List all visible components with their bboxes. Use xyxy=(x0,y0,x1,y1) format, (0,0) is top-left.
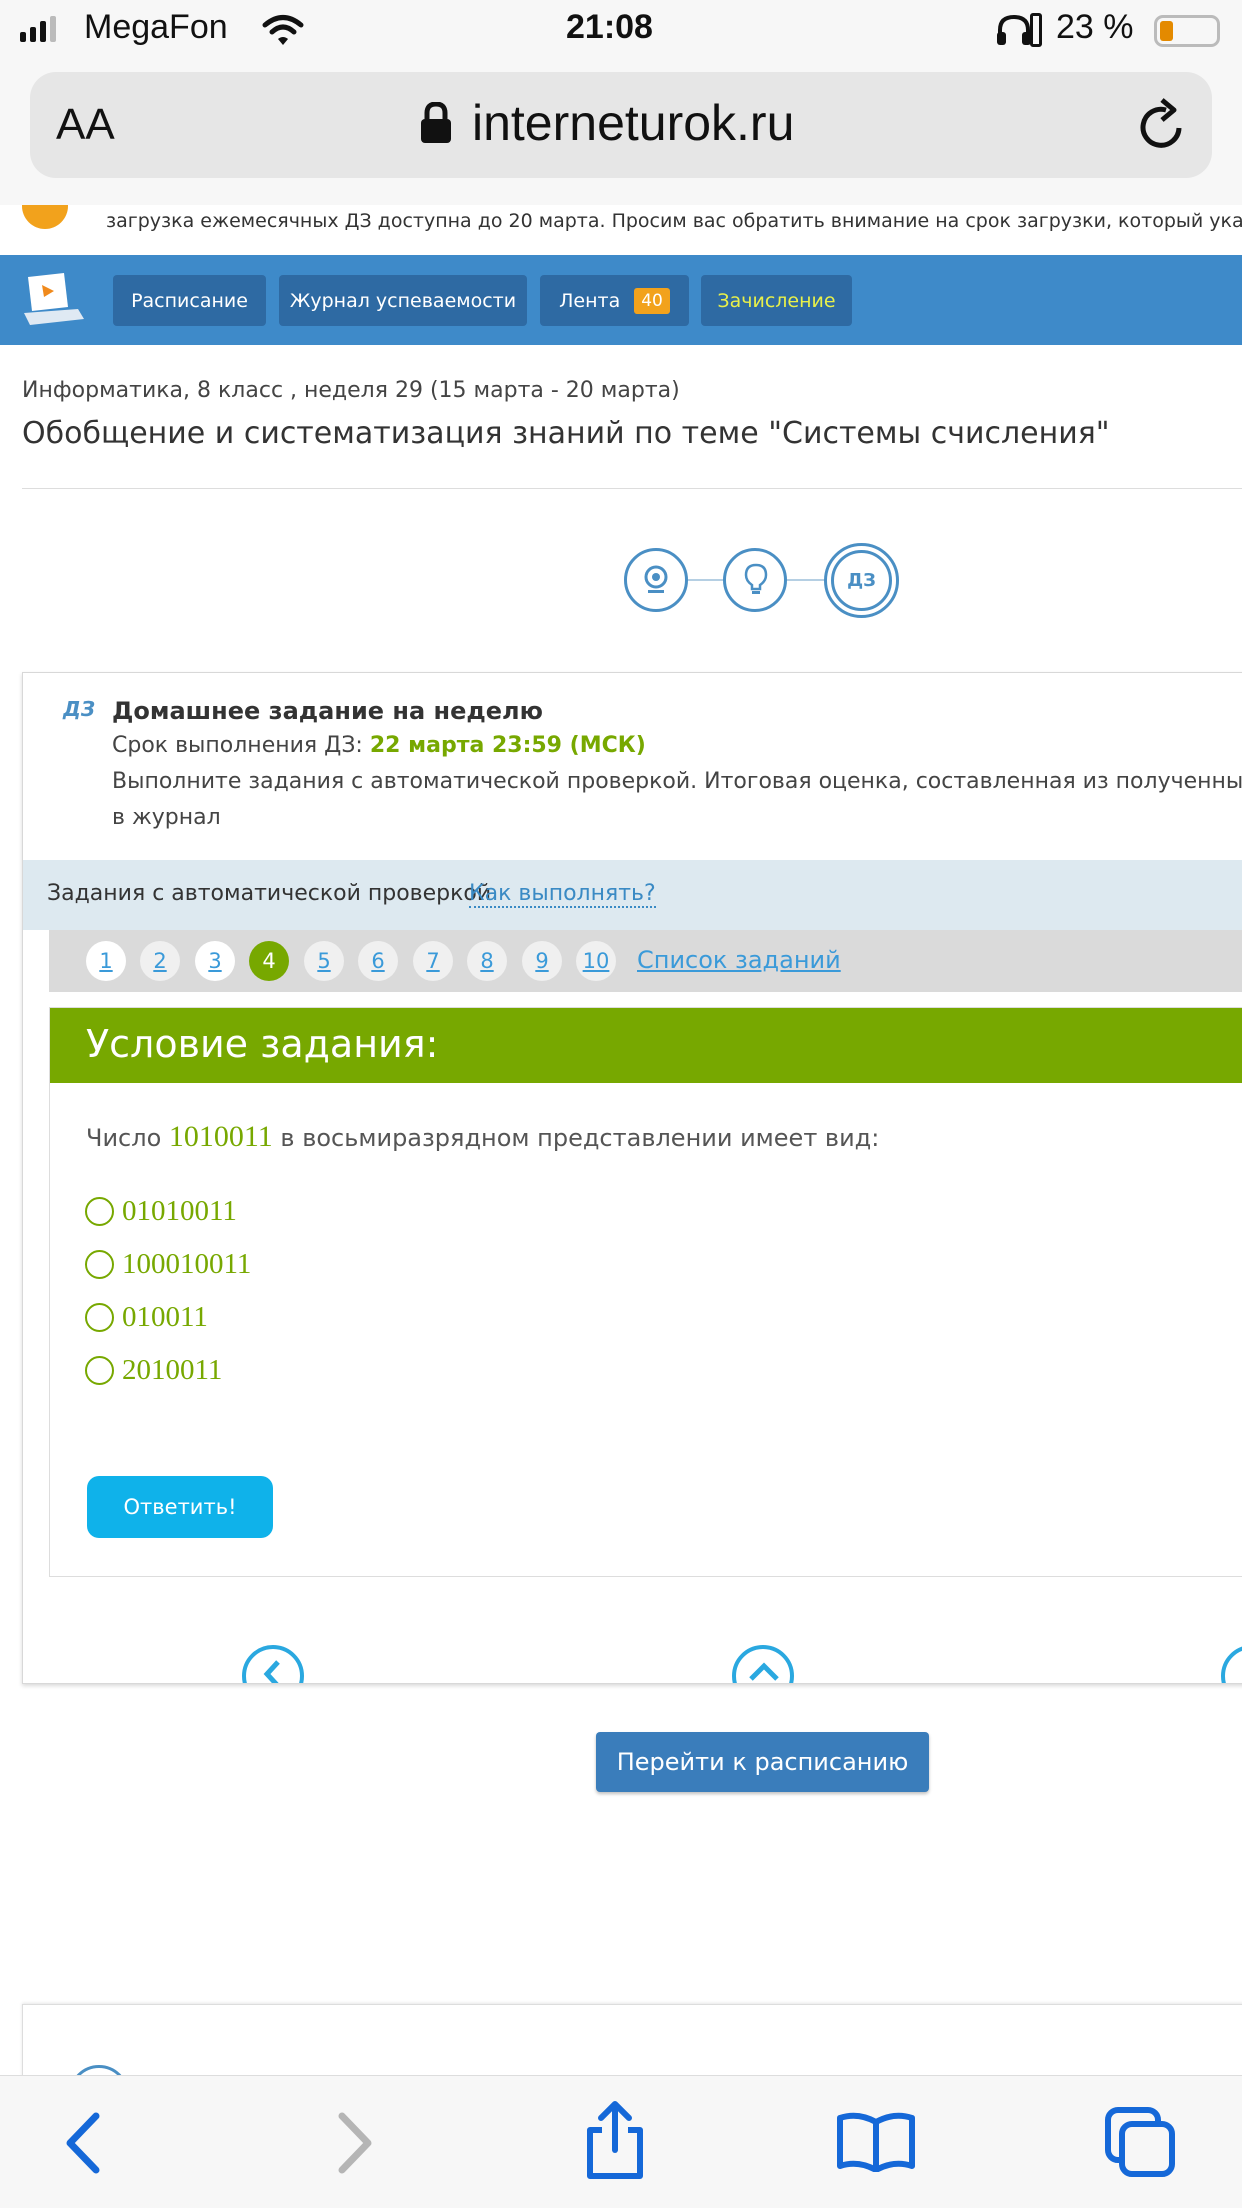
lesson-meta: Информатика, 8 класс , неделя 29 (15 мар… xyxy=(22,378,680,403)
battery-small-icon xyxy=(1030,13,1042,47)
browser-bottom-toolbar xyxy=(0,2075,1242,2208)
answer-option-2[interactable]: 100010011 xyxy=(85,1244,251,1284)
battery-icon xyxy=(1154,15,1220,47)
go-to-schedule-button[interactable]: Перейти к расписанию xyxy=(596,1732,929,1792)
answer-option-label: 010011 xyxy=(122,1300,208,1333)
next-task-button[interactable] xyxy=(1221,1645,1242,1683)
nav-enrollment-button[interactable]: Зачисление xyxy=(701,275,852,326)
url-text[interactable]: interneturok.ru xyxy=(472,94,794,152)
headphones-icon xyxy=(997,14,1031,45)
page-3[interactable]: 3 xyxy=(195,941,235,981)
logo-laptop-icon[interactable] xyxy=(22,273,84,327)
main-navigation: Расписание Журнал успеваемости Лента 40 … xyxy=(0,255,1242,345)
task-question: Число 1010011 в восьмиразрядном представ… xyxy=(86,1120,879,1154)
feed-count-badge: 40 xyxy=(634,287,670,314)
page-2[interactable]: 2 xyxy=(140,941,180,981)
answer-option-label: 01010011 xyxy=(122,1194,237,1227)
homework-description-cont: в журнал xyxy=(112,805,221,830)
page-4-active[interactable]: 4 xyxy=(249,941,289,981)
step-connector xyxy=(686,579,726,581)
warning-icon xyxy=(22,205,68,229)
page-9[interactable]: 9 xyxy=(522,941,562,981)
lock-icon xyxy=(421,102,451,143)
radio-button[interactable] xyxy=(85,1249,114,1279)
step-summary[interactable] xyxy=(723,548,787,612)
radio-button[interactable] xyxy=(85,1196,114,1226)
nav-journal-button[interactable]: Журнал успеваемости xyxy=(279,275,527,326)
page-10[interactable]: 10 xyxy=(576,941,616,981)
task-pagination: 1 2 3 4 5 6 7 8 9 10 Список заданий xyxy=(49,930,1242,992)
page-8[interactable]: 8 xyxy=(467,941,507,981)
forward-icon[interactable] xyxy=(336,2112,376,2174)
answer-option-4[interactable]: 2010011 xyxy=(85,1350,222,1390)
answer-option-1[interactable]: 01010011 xyxy=(85,1191,237,1231)
step-connector xyxy=(786,579,826,581)
address-bar[interactable]: AA interneturok.ru xyxy=(30,72,1212,178)
page-7[interactable]: 7 xyxy=(413,941,453,981)
auto-tasks-label: Задания с автоматической проверкой xyxy=(47,881,492,906)
notice-text: загрузка ежемесячных ДЗ доступна до 20 м… xyxy=(106,210,1242,232)
homework-description: Выполните задания с автоматической прове… xyxy=(112,769,1242,794)
radio-button[interactable] xyxy=(85,1302,114,1332)
page-title: Обобщение и систематизация знаний по тем… xyxy=(22,416,1110,451)
chevron-left-icon xyxy=(263,1660,280,1683)
notice-banner: загрузка ежемесячных ДЗ доступна до 20 м… xyxy=(0,205,1242,255)
text-size-button[interactable]: AA xyxy=(56,100,115,150)
deadline-value: 22 марта 23:59 (МСК) xyxy=(369,733,646,758)
reload-icon[interactable] xyxy=(1136,98,1188,154)
page-5[interactable]: 5 xyxy=(304,941,344,981)
chevron-up-icon xyxy=(749,1662,779,1681)
wifi-icon xyxy=(262,15,304,45)
homework-deadline: Срок выполнения ДЗ: 22 марта 23:59 (МСК) xyxy=(112,733,646,758)
nav-feed-label: Лента xyxy=(559,289,621,312)
status-bar: MegaFon 21:08 23 % xyxy=(0,0,1242,62)
back-icon[interactable] xyxy=(62,2112,102,2174)
clock: 21:08 xyxy=(566,8,653,46)
nav-schedule-button[interactable]: Расписание xyxy=(113,275,266,326)
task-list-link[interactable]: Список заданий xyxy=(637,946,841,974)
lightbulb-icon xyxy=(744,563,768,594)
answer-button[interactable]: Ответить! xyxy=(87,1476,273,1538)
question-number: 1010011 xyxy=(168,1120,273,1153)
step-homework-label: ДЗ xyxy=(831,550,892,611)
auto-tasks-bar: Задания с автоматической проверкой Как в… xyxy=(23,860,1242,930)
homework-badge-icon: ДЗ xyxy=(63,697,96,721)
radio-button[interactable] xyxy=(85,1355,114,1385)
deadline-label: Срок выполнения ДЗ: xyxy=(112,733,370,758)
bookmarks-icon[interactable] xyxy=(836,2112,916,2172)
page-1[interactable]: 1 xyxy=(86,941,126,981)
webcam-icon xyxy=(644,565,668,593)
homework-title: Домашнее задание на неделю xyxy=(112,697,543,725)
prev-task-button[interactable] xyxy=(242,1645,304,1683)
scroll-top-button[interactable] xyxy=(732,1645,794,1683)
share-icon[interactable] xyxy=(584,2100,646,2180)
answer-option-label: 2010011 xyxy=(122,1353,223,1386)
tabs-icon[interactable] xyxy=(1104,2106,1176,2178)
question-prefix: Число xyxy=(86,1124,169,1152)
step-video[interactable] xyxy=(624,548,688,612)
answer-option-label: 100010011 xyxy=(122,1247,252,1280)
battery-percent: 23 % xyxy=(1056,8,1134,46)
divider xyxy=(22,488,1242,489)
step-homework[interactable]: ДЗ xyxy=(824,543,899,618)
homework-card: ДЗ Домашнее задание на неделю Срок выпол… xyxy=(22,672,1242,1684)
how-to-link[interactable]: Как выполнять? xyxy=(469,881,656,908)
carrier-name: MegaFon xyxy=(84,8,228,46)
task-header: Условие задания: xyxy=(50,1008,1242,1083)
signal-icon xyxy=(20,16,56,42)
question-suffix: в восьмиразрядном представлении имеет ви… xyxy=(272,1124,880,1152)
answer-option-3[interactable]: 010011 xyxy=(85,1297,208,1337)
task-header-title: Условие задания: xyxy=(86,1022,439,1066)
page-6[interactable]: 6 xyxy=(358,941,398,981)
nav-feed-button[interactable]: Лента 40 xyxy=(540,275,689,326)
